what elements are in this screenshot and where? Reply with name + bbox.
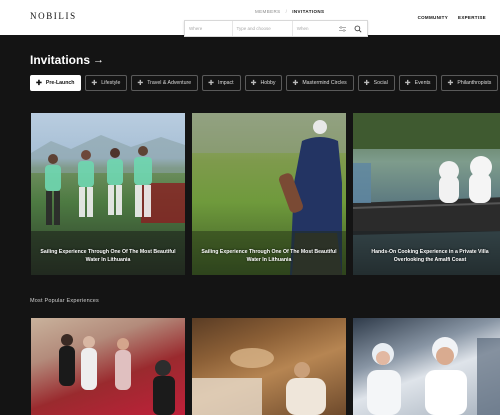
arrow-right-icon: →	[93, 54, 105, 66]
invitation-card[interactable]: Sailing Experience Through One Of The Mo…	[192, 113, 346, 275]
logo[interactable]: NOBILIS	[30, 11, 77, 21]
chip-hobby[interactable]: ✚ Hobby	[244, 75, 283, 91]
card-image	[59, 334, 175, 415]
plus-icon: ✚	[91, 80, 98, 87]
card-caption: Sailing Experience Through One Of The Mo…	[201, 249, 337, 264]
nav-community[interactable]: COMMUNITY	[418, 15, 448, 20]
nav-invitations[interactable]: INVITATIONS	[292, 9, 324, 14]
plus-icon: ✚	[137, 80, 144, 87]
chip-lifestyle[interactable]: ✚ Lifestyle	[85, 75, 128, 91]
popular-card[interactable]	[31, 318, 185, 415]
plus-icon: ✚	[36, 80, 42, 87]
nav-members[interactable]: MEMBERS	[255, 9, 281, 14]
nav-separator: /	[285, 9, 288, 14]
chip-events[interactable]: ✚ Events	[398, 75, 438, 91]
search-icon[interactable]	[349, 21, 367, 36]
plus-icon: ✚	[363, 80, 370, 87]
plus-icon: ✚	[404, 80, 411, 87]
where-field[interactable]: Where	[185, 21, 233, 36]
page-title-text: Invitations	[30, 53, 91, 67]
page-title[interactable]: Invitations →	[30, 53, 104, 67]
plus-icon: ✚	[208, 80, 215, 87]
card-caption: Sailing Experience Through One Of The Mo…	[40, 249, 176, 264]
chip-mastermind-circles[interactable]: ✚ Mastermind Circles	[286, 75, 354, 91]
top-header: NOBILIS MEMBERS / INVITATIONS COMMUNITY …	[0, 0, 500, 37]
chip-pre-launch[interactable]: ✚ Pre-Launch	[30, 75, 82, 91]
invitation-card[interactable]: Sailing Experience Through One Of The Mo…	[31, 113, 185, 275]
category-filters: ✚ Pre-Launch ✚ Lifestyle ✚ Travel & Adventu…	[30, 75, 499, 91]
when-field[interactable]: When	[293, 21, 335, 36]
top-nav: MEMBERS / INVITATIONS	[255, 9, 324, 14]
right-nav: COMMUNITY EXPERTISE	[418, 15, 486, 20]
chip-travel-adventure[interactable]: ✚ Travel & Adventure	[131, 75, 199, 91]
popular-card[interactable]	[353, 318, 500, 415]
plus-icon: ✚	[292, 80, 299, 87]
sliders-icon[interactable]	[335, 21, 349, 36]
nav-expertise[interactable]: EXPERTISE	[458, 15, 486, 20]
invitation-card[interactable]: Hands-On Cooking Experience in a Private…	[353, 113, 500, 275]
card-image	[192, 348, 326, 415]
chip-impact[interactable]: ✚ Impact	[202, 75, 241, 91]
popular-card[interactable]	[192, 318, 346, 415]
card-caption: Hands-On Cooking Experience in a Private…	[371, 249, 489, 264]
type-field[interactable]: Type and choose	[233, 21, 293, 36]
card-image	[367, 337, 500, 415]
chip-social[interactable]: ✚ Social	[357, 75, 395, 91]
plus-icon: ✚	[447, 80, 454, 87]
plus-icon: ✚	[250, 80, 257, 87]
search-bar: Where Type and choose When	[184, 20, 368, 37]
section-title: Most Popular Experiences	[30, 298, 99, 304]
chip-philanthropists[interactable]: ✚ Philanthropists	[441, 75, 499, 91]
